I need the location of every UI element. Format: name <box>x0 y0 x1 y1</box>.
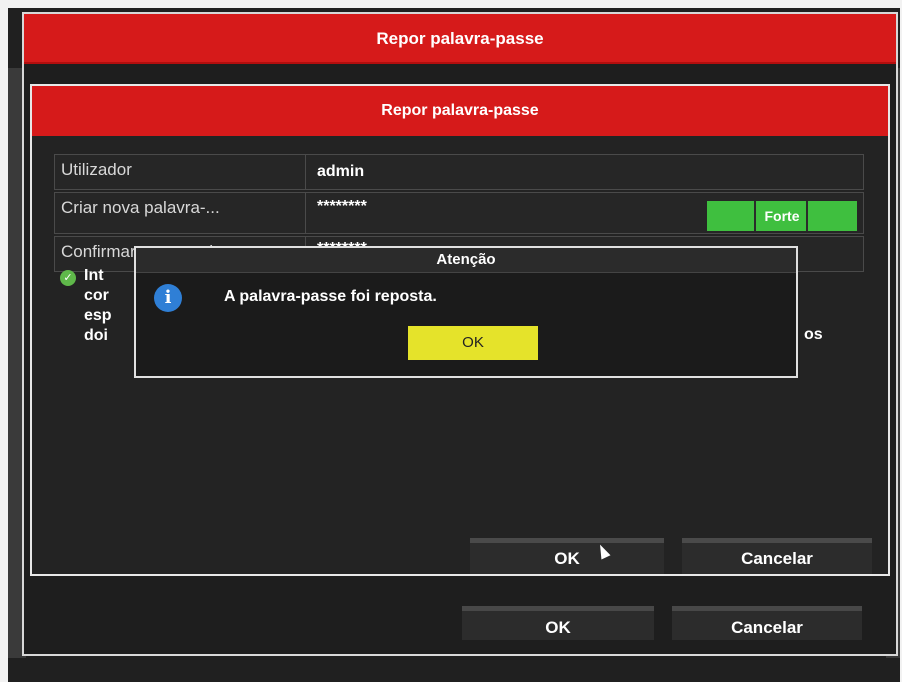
password-hint-text: Int cor esp doi <box>84 267 112 344</box>
field-divider <box>305 155 306 189</box>
inner-cancel-button[interactable]: Cancelar <box>682 538 872 574</box>
password-strength-meter: Forte <box>707 201 857 231</box>
check-icon: ✓ <box>60 270 76 286</box>
outer-cancel-button[interactable]: Cancelar <box>672 606 862 640</box>
new-password-label: Criar nova palavra-... <box>61 198 220 217</box>
outer-dialog-title: Repor palavra-passe <box>24 14 896 64</box>
new-password-row: Criar nova palavra-... ******** Forte <box>54 192 864 234</box>
inner-ok-button[interactable]: OK <box>470 538 664 574</box>
dvr-screen: Repor palavra-passe OK Cancelar Repor pa… <box>8 8 900 682</box>
outer-ok-button[interactable]: OK <box>462 606 654 640</box>
password-hint-text-end: os <box>804 326 823 343</box>
inner-dialog-title: Repor palavra-passe <box>32 86 888 136</box>
username-row: Utilizador admin <box>54 154 864 190</box>
alert-title: Atenção <box>136 248 796 273</box>
username-value: admin <box>317 163 365 180</box>
new-password-input[interactable]: ******** <box>317 193 367 227</box>
field-divider <box>305 193 306 233</box>
info-icon: i <box>154 284 182 312</box>
alert-ok-button[interactable]: OK <box>408 326 538 360</box>
attention-alert-dialog: Atenção i A palavra-passe foi reposta. O… <box>134 246 798 378</box>
username-label: Utilizador <box>61 160 132 179</box>
alert-message: A palavra-passe foi reposta. <box>224 288 437 305</box>
